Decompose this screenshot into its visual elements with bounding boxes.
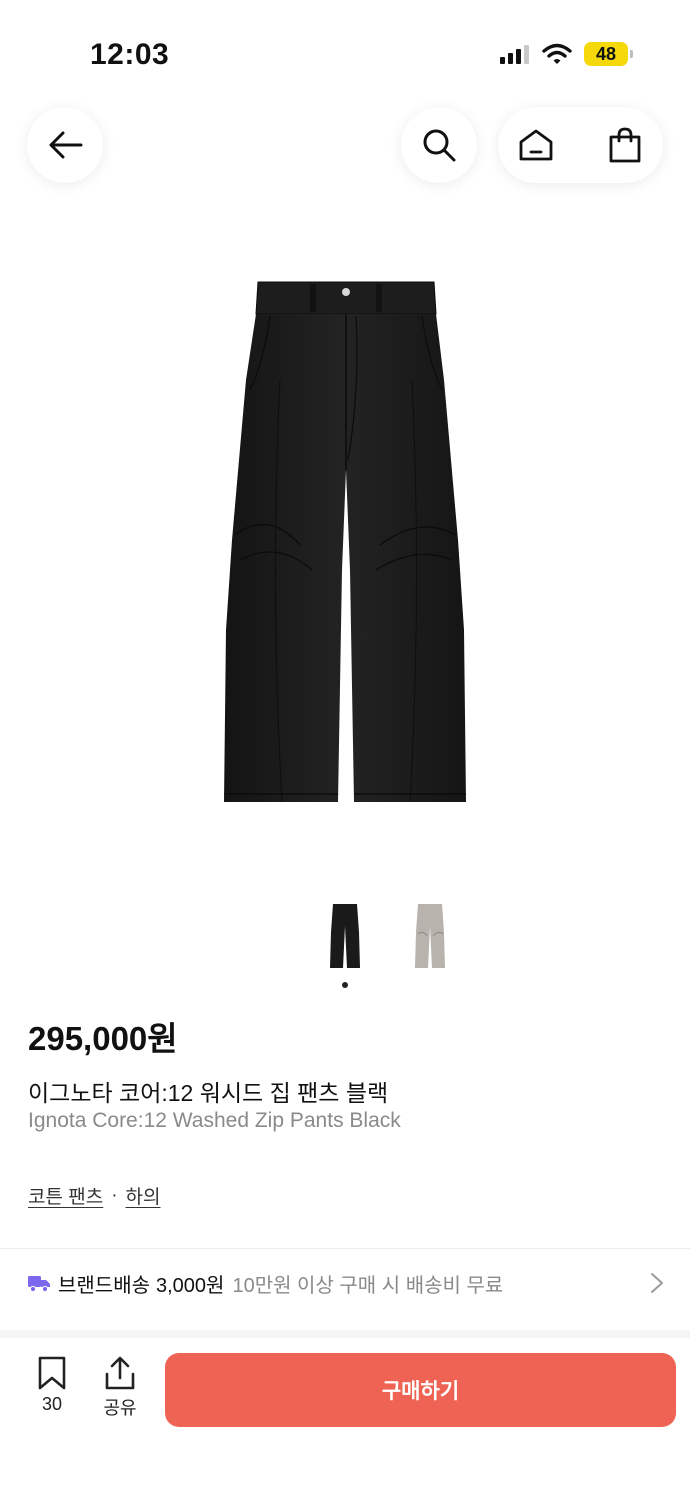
category-link-bottoms[interactable]: 하의 bbox=[126, 1182, 161, 1209]
section-gap bbox=[0, 1330, 690, 1338]
buy-button[interactable]: 구매하기 bbox=[165, 1353, 676, 1427]
divider bbox=[0, 1248, 690, 1249]
share-button[interactable]: 공유 bbox=[95, 1356, 145, 1420]
product-price: 295,000원 bbox=[28, 1020, 178, 1057]
back-button[interactable] bbox=[27, 107, 103, 183]
wifi-icon bbox=[542, 43, 572, 64]
shipping-price: 3,000원 bbox=[156, 1274, 225, 1297]
search-button[interactable] bbox=[401, 107, 477, 183]
bookmark-icon bbox=[38, 1356, 66, 1390]
product-name-english: Ignota Core:12 Washed Zip Pants Black bbox=[28, 1109, 401, 1132]
share-label: 공유 bbox=[103, 1398, 137, 1418]
truck-icon bbox=[28, 1276, 50, 1292]
nav-pill bbox=[498, 107, 663, 183]
battery-level: 48 bbox=[595, 43, 617, 64]
product-image[interactable] bbox=[200, 270, 490, 810]
battery-indicator: 48 bbox=[584, 42, 633, 66]
status-bar: 12:03 48 bbox=[0, 0, 690, 100]
search-icon bbox=[423, 129, 456, 162]
bookmark-button[interactable]: 30 bbox=[27, 1356, 77, 1415]
product-name-korean: 이그노타 코어:12 워시드 집 팬츠 블랙 bbox=[28, 1080, 389, 1106]
category-link-cotton-pants[interactable]: 코튼 팬츠 bbox=[28, 1182, 103, 1209]
shipping-free-note: 10만원 이상 구매 시 배송비 무료 bbox=[232, 1274, 504, 1297]
gallery-indicator-dot bbox=[342, 982, 348, 988]
share-icon bbox=[105, 1356, 135, 1390]
status-time: 12:03 bbox=[90, 38, 170, 71]
shopping-bag-icon bbox=[609, 127, 641, 163]
status-icons: 48 bbox=[500, 42, 633, 66]
chevron-right-icon bbox=[651, 1273, 663, 1293]
home-button[interactable] bbox=[498, 107, 574, 183]
category-breadcrumb: 코튼 팬츠 · 하의 bbox=[28, 1182, 161, 1209]
shipping-info-row[interactable]: 브랜드배송 3,000원 10만원 이상 구매 시 배송비 무료 bbox=[28, 1262, 668, 1304]
thumbnail-gray[interactable] bbox=[413, 902, 447, 970]
bookmark-count: 30 bbox=[41, 1394, 63, 1414]
thumbnail-black[interactable] bbox=[328, 902, 362, 970]
home-icon bbox=[519, 129, 553, 161]
cart-button[interactable] bbox=[587, 107, 663, 183]
category-separator: · bbox=[111, 1184, 118, 1206]
arrow-left-icon bbox=[49, 131, 83, 159]
cellular-signal-icon bbox=[500, 45, 529, 64]
shipping-label: 브랜드배송 bbox=[58, 1274, 150, 1297]
